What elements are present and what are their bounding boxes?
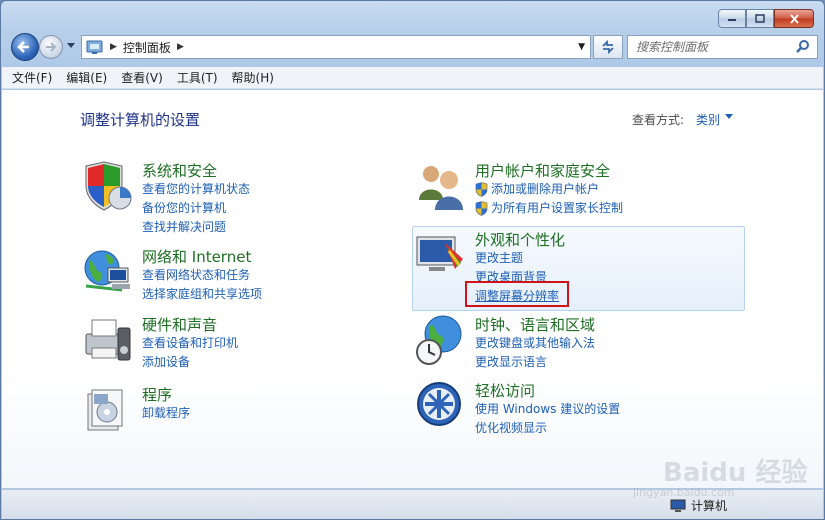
search-icon [796, 40, 809, 53]
display-paint-icon[interactable] [415, 229, 467, 281]
caption-buttons [718, 9, 814, 28]
menu-help[interactable]: 帮助(H) [232, 69, 274, 86]
link-backup-computer[interactable]: 备份您的计算机 [142, 199, 250, 218]
link-devices-printers[interactable]: 查看设备和打印机 [142, 334, 238, 353]
search-button[interactable] [795, 39, 811, 58]
link-change-theme[interactable]: 更改主题 [475, 249, 559, 268]
printer-icon[interactable] [82, 314, 134, 366]
baidu-watermark: Baidu 经验 jingyan.baidu.com [633, 446, 807, 506]
breadcrumb-control-panel[interactable]: 控制面板 [123, 39, 171, 56]
programs-icon[interactable] [82, 384, 134, 436]
maximize-icon [755, 14, 765, 23]
address-dropdown-icon[interactable]: ▼ [578, 42, 585, 52]
back-button[interactable] [11, 33, 39, 61]
menu-tools[interactable]: 工具(T) [177, 69, 218, 86]
link-change-keyboards[interactable]: 更改键盘或其他输入法 [475, 334, 595, 353]
refresh-icon [602, 40, 614, 54]
ease-of-access-icon[interactable] [415, 380, 467, 432]
shield-pie-icon[interactable] [82, 160, 134, 212]
breadcrumb-separator-icon[interactable]: ▶ [177, 42, 184, 52]
link-windows-suggested-settings[interactable]: 使用 Windows 建议的设置 [475, 400, 620, 419]
link-uninstall-program[interactable]: 卸载程序 [142, 404, 190, 423]
menu-file[interactable]: 文件(F) [12, 69, 52, 86]
users-icon[interactable] [415, 160, 467, 212]
category-title[interactable]: 程序 [142, 384, 172, 405]
refresh-button[interactable] [593, 35, 623, 59]
watermark-text: Baidu 经验 [663, 458, 808, 488]
link-network-status[interactable]: 查看网络状态和任务 [142, 266, 262, 285]
arrow-left-icon [17, 41, 29, 53]
menu-view[interactable]: 查看(V) [121, 69, 163, 86]
page-title: 调整计算机的设置 [80, 111, 201, 129]
link-change-display-language[interactable]: 更改显示语言 [475, 353, 595, 372]
category-title[interactable]: 用户帐户和家庭安全 [475, 160, 610, 181]
close-icon [789, 13, 799, 24]
maximize-button[interactable] [746, 9, 774, 28]
navigation-bar: ▶ 控制面板 ▶ ▼ [9, 31, 818, 63]
view-by-selector[interactable]: 类别 [696, 111, 720, 128]
link-optimize-visual-display[interactable]: 优化视频显示 [475, 419, 620, 438]
globe-network-icon[interactable] [82, 246, 134, 298]
link-text: 为所有用户设置家长控制 [491, 201, 624, 215]
link-add-device[interactable]: 添加设备 [142, 353, 238, 372]
view-by-label: 查看方式: [632, 113, 685, 127]
category-title[interactable]: 外观和个性化 [475, 229, 565, 250]
resolution-highlight-frame [465, 281, 569, 307]
link-view-computer-status[interactable]: 查看您的计算机状态 [142, 180, 250, 199]
category-title[interactable]: 网络和 Internet [142, 246, 251, 267]
category-title[interactable]: 时钟、语言和区域 [475, 314, 595, 335]
forward-button[interactable] [39, 35, 63, 59]
category-title[interactable]: 轻松访问 [475, 380, 535, 401]
address-bar[interactable]: ▶ 控制面板 ▶ ▼ [81, 35, 591, 59]
breadcrumb-separator-icon[interactable]: ▶ [110, 42, 117, 52]
control-panel-icon [86, 40, 103, 54]
minimize-button[interactable] [718, 9, 746, 28]
clock-globe-icon[interactable] [415, 314, 467, 366]
search-box[interactable] [627, 35, 818, 59]
view-dropdown-icon[interactable] [724, 113, 734, 121]
link-parental-controls[interactable]: 为所有用户设置家长控制 [475, 199, 623, 218]
link-add-remove-accounts[interactable]: 添加或删除用户帐户 [475, 180, 623, 199]
menu-bar: 文件(F) 编辑(E) 查看(V) 工具(T) 帮助(H) [2, 67, 823, 89]
control-panel-window: ▶ 控制面板 ▶ ▼ 文件(F) 编辑(E) 查看(V) 工具(T) [0, 0, 825, 520]
link-text: 添加或删除用户帐户 [491, 182, 600, 196]
watermark-url: jingyan.baidu.com [633, 486, 735, 499]
content-area: 调整计算机的设置 查看方式: 类别 系统和安全 查看您的计算机状态 备份您的计算… [2, 90, 823, 488]
menu-edit[interactable]: 编辑(E) [66, 69, 107, 86]
uac-shield-icon [475, 201, 488, 216]
category-title[interactable]: 系统和安全 [142, 160, 217, 181]
search-input[interactable] [634, 39, 794, 55]
close-button[interactable] [774, 9, 814, 28]
link-homegroup-sharing[interactable]: 选择家庭组和共享选项 [142, 285, 262, 304]
category-title[interactable]: 硬件和声音 [142, 314, 217, 335]
uac-shield-icon [475, 182, 488, 197]
arrow-right-icon [46, 42, 57, 52]
minimize-icon [728, 18, 736, 21]
link-troubleshoot[interactable]: 查找并解决问题 [142, 218, 250, 237]
recent-pages-dropdown-icon[interactable] [66, 42, 76, 50]
